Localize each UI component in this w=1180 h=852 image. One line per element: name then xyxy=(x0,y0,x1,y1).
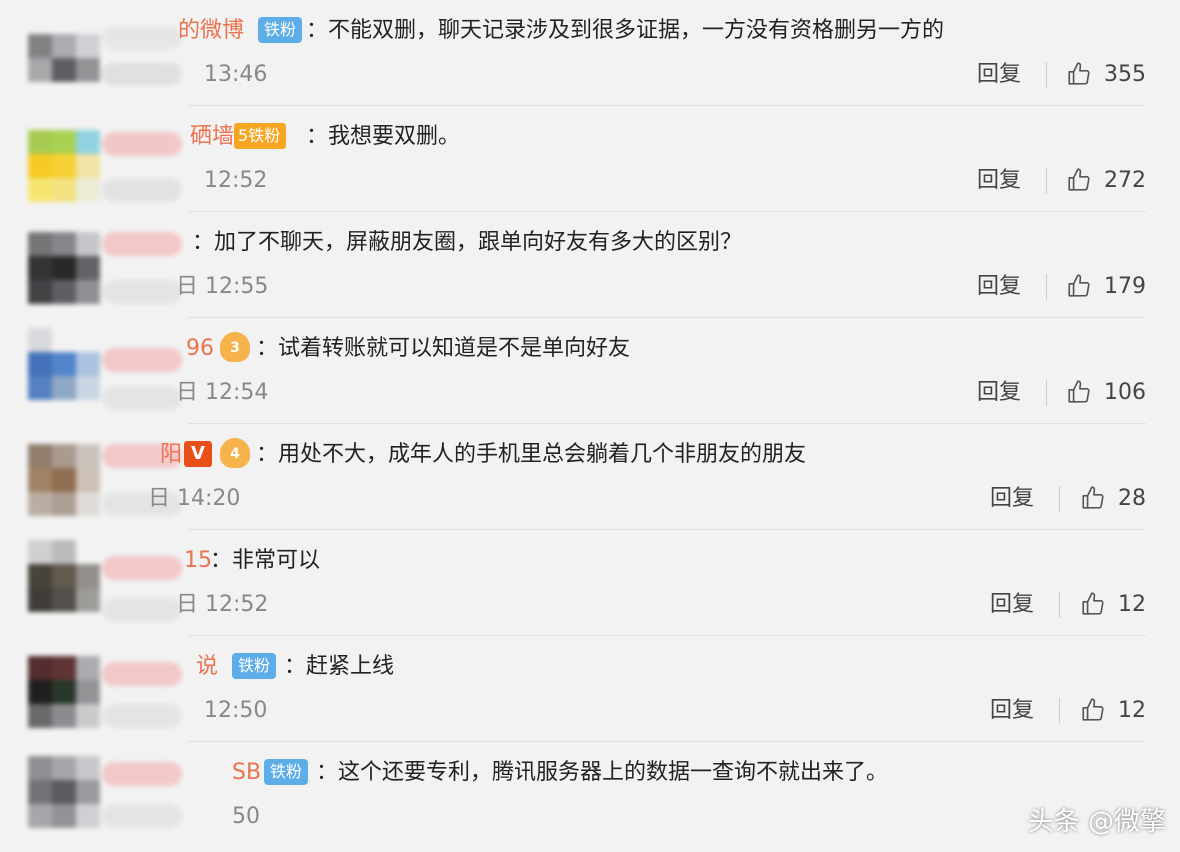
reply-button[interactable]: 回复 xyxy=(990,484,1034,514)
thumbs-up-icon[interactable] xyxy=(1066,167,1092,193)
comment-item: 阳 V 4 ：用处不大，成年人的手机里总会躺着几个非朋友的朋友 日 14:20 … xyxy=(0,424,1180,530)
comment-item: 的微博 铁粉 ：不能双删，聊天记录涉及到很多证据，一方没有资格删另一方的 13:… xyxy=(0,0,1180,106)
comment-item: 说 铁粉 ：赶紧上线 12:50 回复 12 xyxy=(0,636,1180,742)
divider xyxy=(1046,62,1047,88)
timestamp: 12:52 xyxy=(204,168,268,193)
verified-badge: V xyxy=(184,441,212,467)
comment-text: ：加了不聊天，屏蔽朋友圈，跟单向好友有多大的区别？ xyxy=(192,230,743,255)
comment-text: ：赶紧上线 xyxy=(284,654,395,679)
reply-button[interactable]: 回复 xyxy=(977,60,1021,90)
avatar[interactable] xyxy=(12,748,192,838)
crown-badge: 3 xyxy=(220,332,250,362)
thumbs-up-icon[interactable] xyxy=(1066,273,1092,299)
comment-text: ：非常可以 xyxy=(210,548,321,573)
comment-item: SB 铁粉 ：这个还要专利，腾讯服务器上的数据一查询不就出来了。 50 xyxy=(0,742,1180,848)
thumbs-up-icon[interactable] xyxy=(1080,697,1106,723)
reply-button[interactable]: 回复 xyxy=(977,378,1021,408)
like-count: 28 xyxy=(1118,486,1146,511)
reply-button[interactable]: 回复 xyxy=(977,166,1021,196)
username[interactable]: SB xyxy=(232,758,261,788)
thumbs-up-icon[interactable] xyxy=(1066,61,1092,87)
like-count: 12 xyxy=(1118,698,1146,723)
like-count: 272 xyxy=(1104,168,1146,193)
comment-item: 15 ：非常可以 日 12:52 回复 12 xyxy=(0,530,1180,636)
reply-button[interactable]: 回复 xyxy=(990,696,1034,726)
fan-badge: 铁粉 xyxy=(232,653,277,679)
divider xyxy=(1059,592,1060,618)
divider xyxy=(1059,698,1060,724)
avatar[interactable] xyxy=(12,112,192,202)
crown-level: 5 xyxy=(238,126,249,145)
divider xyxy=(1046,274,1047,300)
comment-text: ：不能双删，聊天记录涉及到很多证据，一方没有资格删另一方的 xyxy=(306,18,945,43)
avatar[interactable] xyxy=(12,536,192,626)
divider xyxy=(1046,380,1047,406)
comment-text: ：用处不大，成年人的手机里总会躺着几个非朋友的朋友 xyxy=(256,442,807,467)
thumbs-up-icon[interactable] xyxy=(1066,379,1092,405)
avatar[interactable] xyxy=(12,6,192,96)
comment-text: ：我想要双删。 xyxy=(306,124,461,149)
comment-text: ：试着转账就可以知道是不是单向好友 xyxy=(256,336,631,361)
thumbs-up-icon[interactable] xyxy=(1080,591,1106,617)
reply-button[interactable]: 回复 xyxy=(977,272,1021,302)
timestamp: 12:50 xyxy=(204,698,268,723)
like-count: 355 xyxy=(1104,62,1146,87)
comment-item: ：加了不聊天，屏蔽朋友圈，跟单向好友有多大的区别？ 日 12:55 回复 179 xyxy=(0,212,1180,318)
username[interactable]: 的微博 xyxy=(178,16,244,46)
like-count: 12 xyxy=(1118,592,1146,617)
timestamp: 13:46 xyxy=(204,62,268,87)
avatar[interactable] xyxy=(12,324,192,414)
level-badge: 5铁粉 xyxy=(234,123,287,149)
comment-item: 硒墙 5铁粉 ：我想要双删。 12:52 回复 272 xyxy=(0,106,1180,212)
comment-item: 96 3 ：试着转账就可以知道是不是单向好友 日 12:54 回复 106 xyxy=(0,318,1180,424)
username[interactable]: 阳 xyxy=(160,440,182,470)
timestamp: 日 12:52 xyxy=(176,592,269,617)
fan-badge: 铁粉 xyxy=(264,759,309,785)
divider xyxy=(1046,168,1047,194)
timestamp: 50 xyxy=(232,804,260,829)
divider xyxy=(1059,486,1060,512)
like-count: 106 xyxy=(1104,380,1146,405)
crown-badge: 4 xyxy=(220,438,250,468)
timestamp: 日 12:55 xyxy=(176,274,269,299)
username[interactable]: 说 xyxy=(196,652,218,682)
comment-text: ：这个还要专利，腾讯服务器上的数据一查询不就出来了。 xyxy=(316,760,889,785)
username[interactable]: 96 xyxy=(186,334,214,364)
avatar[interactable] xyxy=(12,642,192,732)
username[interactable]: 15 xyxy=(184,546,212,576)
fan-badge: 铁粉 xyxy=(258,17,303,43)
watermark: 头条 @微擎 xyxy=(1027,807,1166,837)
reply-button[interactable]: 回复 xyxy=(990,590,1034,620)
username[interactable]: 硒墙 xyxy=(190,122,234,152)
like-count: 179 xyxy=(1104,274,1146,299)
timestamp: 日 12:54 xyxy=(176,380,269,405)
avatar[interactable] xyxy=(12,218,192,308)
timestamp: 日 14:20 xyxy=(148,486,241,511)
thumbs-up-icon[interactable] xyxy=(1080,485,1106,511)
